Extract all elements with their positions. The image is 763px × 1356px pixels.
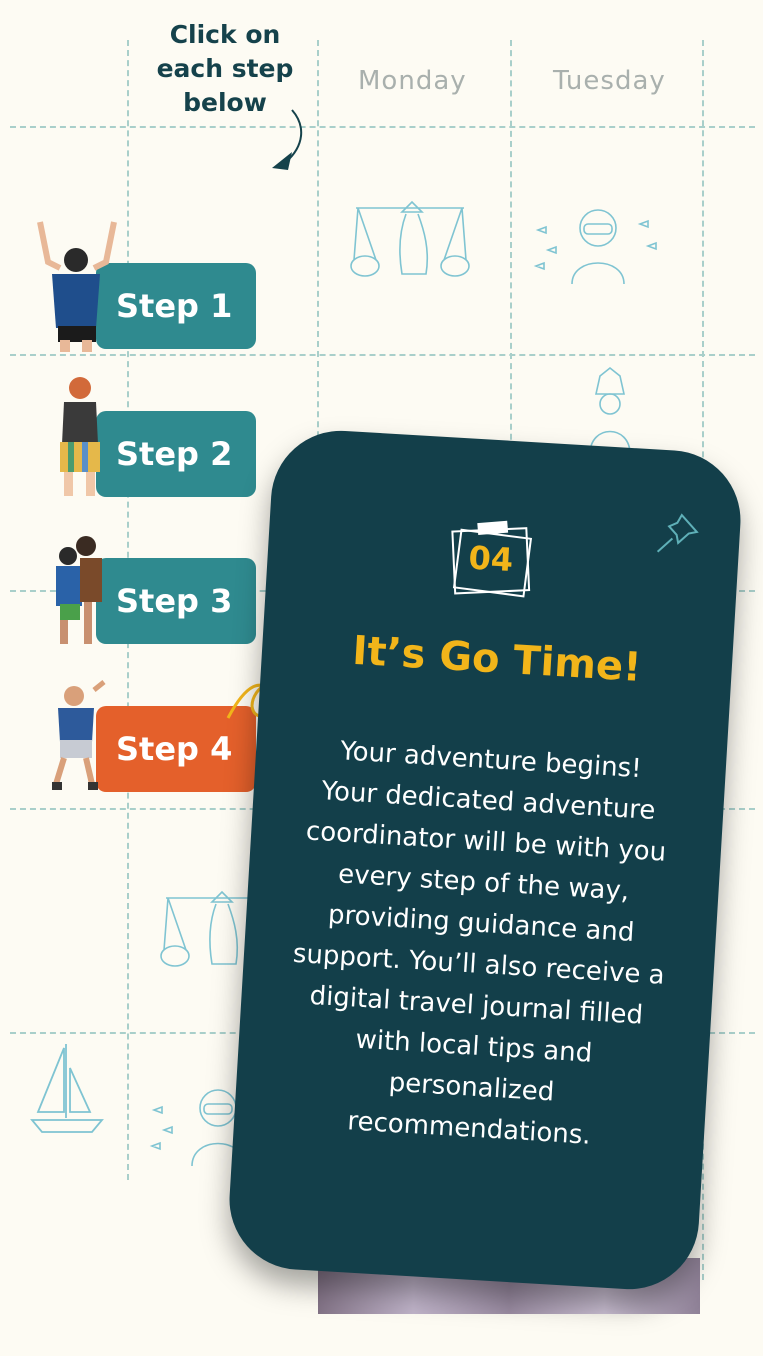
instruction-line: Click on xyxy=(169,20,281,49)
grid-line xyxy=(10,126,755,128)
step-label: Step 1 xyxy=(116,287,233,325)
travelers-camera-photo xyxy=(56,536,102,644)
step-label: Step 4 xyxy=(116,730,233,768)
step-description: Your adventure begins! Your dedicated ad… xyxy=(263,728,697,1162)
grid-line xyxy=(510,40,512,460)
instruction-text: Click on each step below xyxy=(140,18,310,120)
sailboat-icon xyxy=(30,1044,104,1133)
pushpin-icon xyxy=(656,513,699,553)
traveler-notebook-photo xyxy=(60,377,100,496)
step-3-button[interactable]: Step 3 xyxy=(96,558,256,644)
person-hat-sketch-icon xyxy=(589,366,631,455)
traveler-jumping-photo xyxy=(52,680,106,790)
street-vendor-sketch-icon xyxy=(350,200,470,277)
arrow-down-icon xyxy=(272,109,303,170)
day-header-tuesday: Tuesday xyxy=(553,66,666,96)
step-detail-card: 04 It’s Go Time! Your adventure begins! … xyxy=(225,426,745,1294)
snorkeler-sketch-icon xyxy=(533,209,657,285)
step-label: Step 2 xyxy=(116,435,233,473)
step-number: 04 xyxy=(467,538,515,580)
instruction-line: each step xyxy=(156,54,294,83)
day-header-monday: Monday xyxy=(358,66,467,96)
step-title: It’s Go Time! xyxy=(351,627,643,691)
grid-line xyxy=(10,354,755,356)
calendar-board: Click on each step below Monday Tuesday xyxy=(0,0,763,1356)
step-number-badge: 04 xyxy=(444,515,539,600)
step-2-button[interactable]: Step 2 xyxy=(96,411,256,497)
step-label: Step 3 xyxy=(116,582,233,620)
traveler-arms-up-photo xyxy=(37,221,117,352)
